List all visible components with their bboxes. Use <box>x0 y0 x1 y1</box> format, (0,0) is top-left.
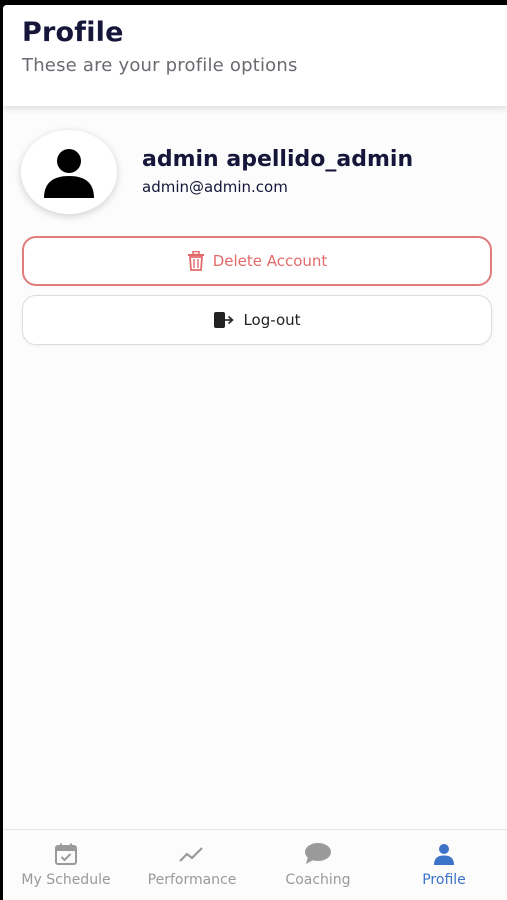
person-icon <box>432 841 456 867</box>
bottom-tab-bar: My Schedule Performance Coaching Profile <box>3 829 507 900</box>
calendar-check-icon <box>54 841 78 867</box>
page-header: Profile These are your profile options <box>3 5 507 106</box>
user-email: admin@admin.com <box>142 178 288 196</box>
page-title: Profile <box>22 17 124 48</box>
avatar <box>21 130 117 214</box>
tab-my-schedule[interactable]: My Schedule <box>3 830 129 900</box>
delete-account-button[interactable]: Delete Account <box>22 236 492 286</box>
page-subtitle: These are your profile options <box>22 55 298 76</box>
tab-label: My Schedule <box>21 872 111 888</box>
tab-coaching[interactable]: Coaching <box>255 830 381 900</box>
logout-icon <box>213 311 235 329</box>
tab-label: Profile <box>422 872 466 888</box>
tab-label: Coaching <box>285 872 351 888</box>
trend-line-icon <box>178 841 206 867</box>
tab-label: Performance <box>147 872 237 888</box>
tab-profile[interactable]: Profile <box>381 830 507 900</box>
person-icon <box>44 149 94 198</box>
tab-performance[interactable]: Performance <box>129 830 255 900</box>
logout-label: Log-out <box>243 311 301 329</box>
trash-icon <box>187 251 205 271</box>
chat-bubble-icon <box>304 841 332 867</box>
user-name: admin apellido_admin <box>142 147 414 172</box>
profile-screen: Profile These are your profile options a… <box>3 5 507 900</box>
logout-button[interactable]: Log-out <box>22 295 492 345</box>
delete-account-label: Delete Account <box>212 252 328 270</box>
